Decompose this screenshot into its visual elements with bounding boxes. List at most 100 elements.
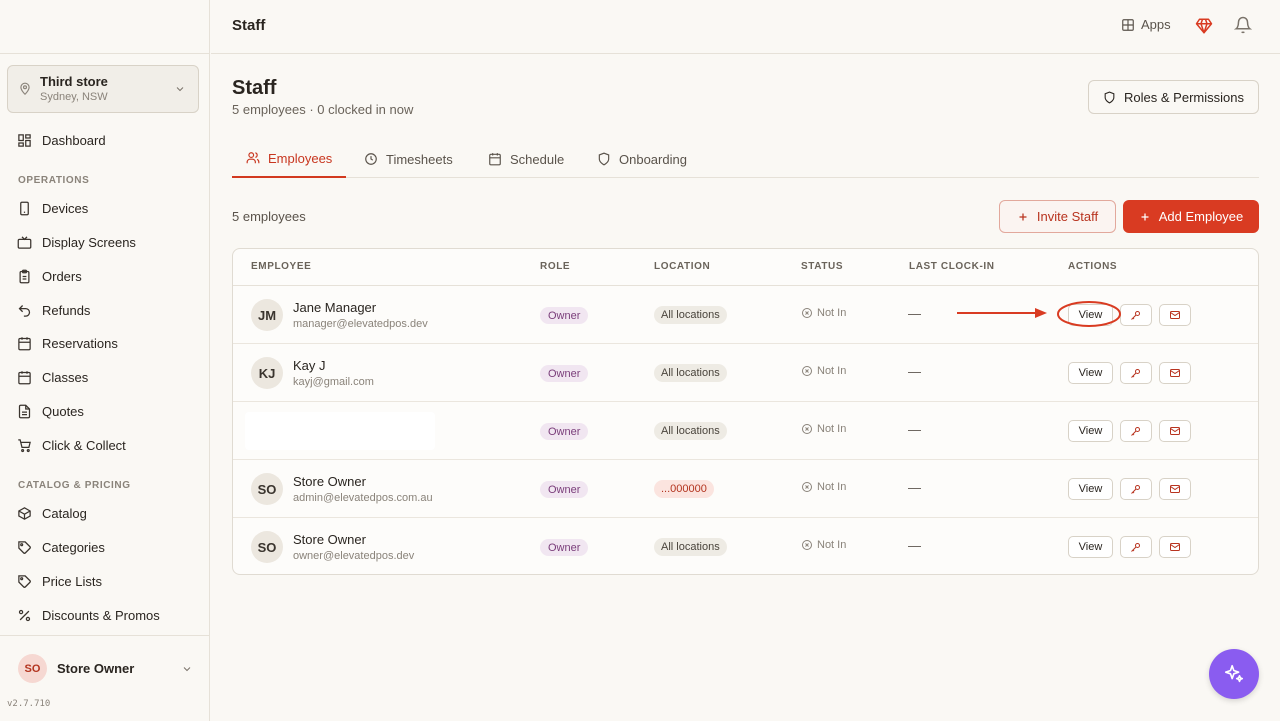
x-circle-icon — [802, 424, 812, 434]
sidebar-item-reservations[interactable]: Reservations — [17, 333, 118, 353]
tab-onboarding[interactable]: Onboarding — [583, 140, 701, 178]
calendar-icon — [18, 336, 31, 350]
reset-pin-button[interactable] — [1120, 362, 1152, 384]
sidebar-item-display-screens[interactable]: Display Screens — [17, 232, 136, 252]
last-clock-in: — — [908, 480, 921, 495]
add-employee-button[interactable]: Add Employee — [1123, 200, 1259, 233]
display-icon — [17, 235, 32, 249]
sidebar-item-quotes[interactable]: Quotes — [17, 401, 84, 421]
avatar: SO — [18, 654, 47, 683]
sidebar-item-classes[interactable]: Classes — [17, 367, 88, 387]
reset-pin-button[interactable] — [1120, 536, 1152, 558]
invite-staff-button[interactable]: Invite Staff — [999, 200, 1116, 233]
annotation-arrow — [957, 308, 1047, 318]
table-row: Owner All locations Not In — View — [233, 402, 1258, 460]
annotation-circle — [1057, 301, 1121, 327]
column-header: STATUS — [801, 261, 844, 272]
column-header: LAST CLOCK-IN — [909, 261, 995, 272]
user-menu[interactable]: SO Store Owner — [18, 654, 193, 683]
role-badge: Owner — [540, 307, 589, 324]
sidebar-item-label: Dashboard — [42, 132, 106, 148]
user-name: Store Owner — [57, 661, 135, 676]
sidebar-item-label: Classes — [42, 369, 89, 385]
sidebar-item-price-lists[interactable]: Price Lists — [17, 571, 102, 591]
sidebar-item-refunds[interactable]: Refunds — [17, 300, 90, 320]
location-badge: All locations — [654, 364, 727, 382]
tab-label: Employees — [268, 150, 333, 166]
topbar: Staff Apps — [211, 0, 1280, 54]
apps-button[interactable]: Apps — [1121, 17, 1171, 32]
tab-bar: Employees Timesheets Schedule Onboarding — [232, 140, 1259, 178]
ai-assistant-button[interactable] — [1209, 649, 1259, 699]
sidebar-section-catalog: CATALOG & PRICING — [18, 480, 131, 491]
email-button[interactable] — [1159, 536, 1191, 558]
sidebar-item-dashboard[interactable]: Dashboard — [17, 130, 106, 150]
sidebar-item-label: Display Screens — [42, 234, 136, 250]
reset-pin-button[interactable] — [1120, 420, 1152, 442]
email-button[interactable] — [1159, 420, 1191, 442]
key-icon — [1131, 485, 1140, 494]
reset-pin-button[interactable] — [1120, 304, 1152, 326]
column-header: LOCATION — [654, 261, 711, 272]
tab-schedule[interactable]: Schedule — [474, 140, 578, 178]
sidebar-item-label: Orders — [42, 268, 82, 284]
role-badge: Owner — [540, 365, 589, 382]
sidebar-item-orders[interactable]: Orders — [17, 266, 82, 286]
sidebar-item-devices[interactable]: Devices — [17, 198, 88, 218]
key-icon — [1131, 543, 1140, 552]
sidebar-item-catalog[interactable]: Catalog — [17, 503, 87, 523]
undo-icon — [18, 304, 31, 317]
tag-icon — [18, 540, 31, 554]
role-badge: Owner — [540, 423, 589, 440]
chevron-down-icon — [176, 87, 184, 92]
shield-icon — [598, 152, 610, 166]
mail-icon — [1170, 369, 1180, 377]
email-button[interactable] — [1159, 362, 1191, 384]
tab-employees[interactable]: Employees — [232, 140, 347, 178]
email-button[interactable] — [1159, 478, 1191, 500]
avatar: SO — [251, 531, 283, 563]
store-name: Third store — [40, 74, 108, 89]
status-badge: Not In — [801, 365, 846, 377]
view-button[interactable]: View — [1068, 362, 1113, 384]
sidebar-item-label: Categories — [42, 539, 105, 555]
tag-icon — [18, 574, 31, 588]
avatar: JM — [251, 299, 283, 331]
roles-permissions-button[interactable]: Roles & Permissions — [1088, 80, 1259, 114]
mail-icon — [1170, 543, 1180, 551]
sidebar-item-click-collect[interactable]: Click & Collect — [17, 435, 126, 455]
reset-pin-button[interactable] — [1120, 478, 1152, 500]
page-subtitle: 5 employees · 0 clocked in now — [232, 102, 414, 117]
last-clock-in: — — [908, 306, 921, 321]
location-badge: All locations — [654, 538, 727, 556]
gem-icon[interactable] — [1195, 17, 1213, 35]
bell-icon[interactable] — [1234, 16, 1252, 34]
key-icon — [1131, 369, 1140, 378]
view-button[interactable]: View — [1068, 536, 1113, 558]
app-version: v2.7.710 — [7, 699, 51, 709]
sidebar-item-discounts[interactable]: Discounts & Promos — [17, 605, 160, 625]
view-button[interactable]: View — [1068, 478, 1113, 500]
sidebar-item-categories[interactable]: Categories — [17, 537, 105, 557]
tab-timesheets[interactable]: Timesheets — [350, 140, 467, 178]
sidebar-item-label: Click & Collect — [42, 437, 126, 453]
store-switcher[interactable]: Third store Sydney, NSW — [7, 65, 199, 113]
percent-icon — [18, 609, 31, 621]
status-badge: Not In — [801, 423, 846, 435]
status-badge: Not In — [801, 307, 846, 319]
location-badge: All locations — [654, 422, 727, 440]
store-location: Sydney, NSW — [40, 91, 108, 103]
mail-icon — [1170, 485, 1180, 493]
email-button[interactable] — [1159, 304, 1191, 326]
avatar: SO — [251, 473, 283, 505]
table-row: KJ Kay J kayj@gmail.com Owner All locati… — [233, 344, 1258, 402]
employee-email: owner@elevatedpos.dev — [293, 550, 415, 562]
chevron-down-icon — [183, 666, 191, 671]
roles-permissions-label: Roles & Permissions — [1124, 89, 1244, 105]
view-button[interactable]: View — [1068, 420, 1113, 442]
shield-icon — [1104, 91, 1115, 104]
mail-icon — [1170, 427, 1180, 435]
box-icon — [18, 506, 31, 520]
tab-label: Onboarding — [619, 151, 687, 167]
sidebar-item-label: Quotes — [42, 403, 84, 419]
